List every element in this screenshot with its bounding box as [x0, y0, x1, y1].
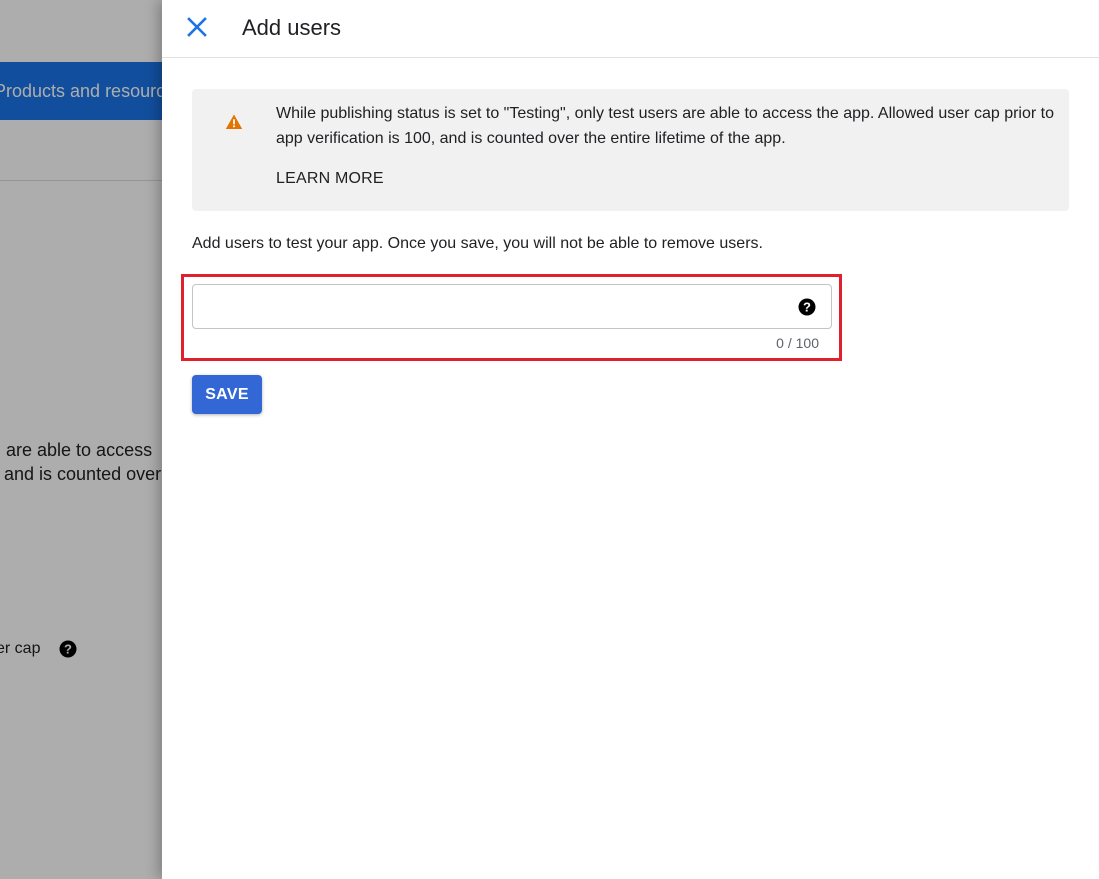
close-icon: [187, 16, 207, 42]
testing-notice: While publishing status is set to "Testi…: [192, 89, 1069, 211]
panel-header: Add users: [162, 0, 1099, 58]
save-button[interactable]: SAVE: [192, 375, 262, 414]
user-email-input[interactable]: [193, 285, 793, 328]
add-users-panel: Add users While publishing status is set…: [162, 0, 1099, 879]
close-button[interactable]: [182, 14, 212, 44]
learn-more-link[interactable]: LEARN MORE: [276, 170, 384, 188]
add-users-description: Add users to test your app. Once you sav…: [192, 235, 763, 252]
warning-icon: [225, 113, 243, 131]
modal-scrim[interactable]: [0, 0, 162, 879]
help-icon[interactable]: ?: [798, 298, 816, 316]
panel-title: Add users: [242, 15, 342, 40]
user-email-field: ?: [192, 284, 832, 329]
svg-text:?: ?: [803, 300, 811, 315]
notice-text: While publishing status is set to "Testi…: [276, 105, 1054, 147]
character-counter: 0 / 100: [776, 335, 819, 351]
